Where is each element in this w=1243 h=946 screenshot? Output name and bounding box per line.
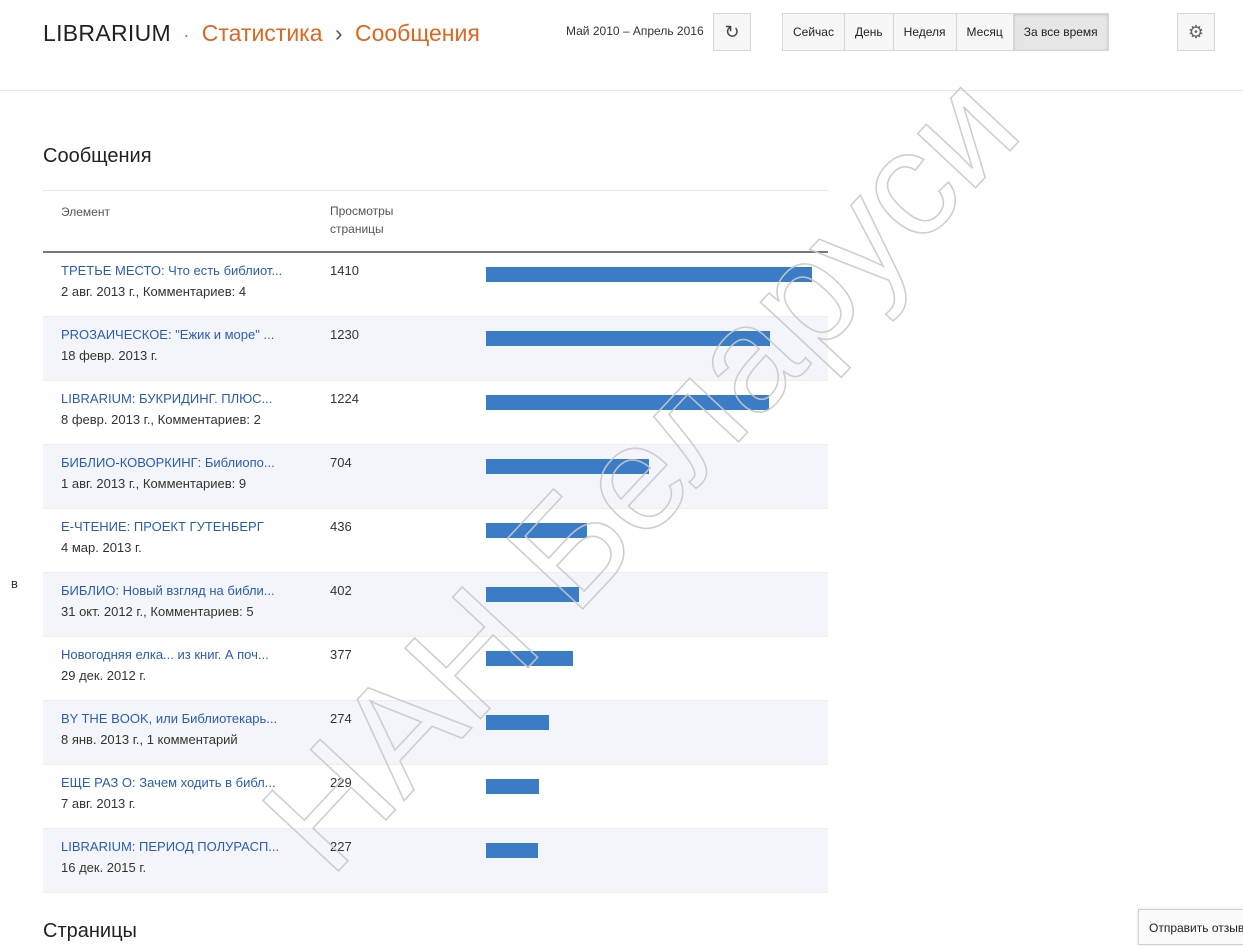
- table-row: БИБЛИО: Новый взгляд на библи... 31 окт. …: [43, 573, 828, 637]
- posts-table: Элемент Просмотры страницы ТРЕТЬЕ МЕСТО:…: [43, 190, 828, 893]
- views-bar: [486, 651, 573, 666]
- refresh-button[interactable]: ↻: [713, 13, 751, 51]
- table-row: Новогодняя елка... из книг. А поч... 29 д…: [43, 637, 828, 701]
- views-bar: [486, 523, 587, 538]
- table-row: PROЗАИЧЕСКОЕ: "Ежик и море" ... 18 февр. …: [43, 317, 828, 381]
- post-title-link[interactable]: ЕЩЕ РАЗ О: Зачем ходить в библ...: [61, 775, 276, 790]
- view-count: 1230: [330, 327, 359, 342]
- post-meta: 29 дек. 2012 г.: [61, 668, 147, 683]
- feedback-button[interactable]: Отправить отзыв: [1138, 909, 1243, 945]
- stray-letter: в: [11, 576, 18, 591]
- post-meta: 2 авг. 2013 г., Комментариев: 4: [61, 284, 247, 299]
- post-title-link[interactable]: Новогодняя елка... из книг. А поч...: [61, 647, 269, 662]
- blog-name[interactable]: LIBRARIUM: [43, 20, 171, 46]
- views-bar: [486, 267, 812, 282]
- post-title-link[interactable]: БИБЛИО-КОВОРКИНГ: Библиопо...: [61, 455, 275, 470]
- view-count: 1410: [330, 263, 359, 278]
- column-views: Просмотры страницы: [330, 204, 394, 236]
- post-meta: 8 февр. 2013 г., Комментариев: 2: [61, 412, 261, 427]
- view-count: 227: [330, 839, 352, 854]
- table-row: БИБЛИО-КОВОРКИНГ: Библиопо... 1 авг. 2013…: [43, 445, 828, 509]
- table-row: ТРЕТЬЕ МЕСТО: Что есть библиот... 2 авг. …: [43, 253, 828, 317]
- table-row: LIBRARIUM: БУКРИДИНГ. ПЛЮС... 8 февр. 201…: [43, 381, 828, 445]
- post-title-link[interactable]: LIBRARIUM: ПЕРИОД ПОЛУРАСП...: [61, 839, 279, 854]
- refresh-icon: ↻: [724, 21, 740, 42]
- views-bar: [486, 843, 538, 858]
- post-meta: 1 авг. 2013 г., Комментариев: 9: [61, 476, 247, 491]
- views-bar: [486, 587, 579, 602]
- column-element: Элемент: [61, 205, 110, 219]
- views-bar: [486, 395, 769, 410]
- period-button[interactable]: День: [844, 13, 894, 51]
- post-title-link[interactable]: БИБЛИО: Новый взгляд на библи...: [61, 583, 275, 598]
- view-count: 377: [330, 647, 352, 662]
- table-row: Е-ЧТЕНИЕ: ПРОЕКТ ГУТЕНБЕРГ 4 мар. 2013 г.…: [43, 509, 828, 573]
- post-title-link[interactable]: BY THE BOOK, или Библиотекарь...: [61, 711, 277, 726]
- post-meta: 18 февр. 2013 г.: [61, 348, 158, 363]
- table-row: LIBRARIUM: ПЕРИОД ПОЛУРАСП... 16 дек. 201…: [43, 829, 828, 893]
- period-selector: Сейчас День Неделя Месяц За все время: [782, 13, 1109, 51]
- period-button[interactable]: Месяц: [956, 13, 1014, 51]
- date-range: Май 2010 – Апрель 2016: [566, 24, 704, 38]
- breadcrumb-arrow: ›: [334, 20, 343, 46]
- gear-icon: ⚙: [1187, 21, 1205, 42]
- post-title-link[interactable]: LIBRARIUM: БУКРИДИНГ. ПЛЮС...: [61, 391, 272, 406]
- period-button[interactable]: Неделя: [893, 13, 957, 51]
- period-button[interactable]: За все время: [1013, 13, 1109, 51]
- pages-section-title: Страницы: [43, 920, 137, 942]
- views-bar: [486, 459, 649, 474]
- view-count: 229: [330, 775, 352, 790]
- breadcrumb: LIBRARIUM · Статистика › Сообщения: [43, 20, 480, 47]
- post-title-link[interactable]: Е-ЧТЕНИЕ: ПРОЕКТ ГУТЕНБЕРГ: [61, 519, 264, 534]
- breadcrumb-posts: Сообщения: [354, 20, 480, 46]
- views-bar: [486, 779, 539, 794]
- view-count: 274: [330, 711, 352, 726]
- posts-section-title: Сообщения: [43, 145, 152, 167]
- post-title-link[interactable]: ТРЕТЬЕ МЕСТО: Что есть библиот...: [61, 263, 282, 278]
- views-bar: [486, 715, 549, 730]
- view-count: 402: [330, 583, 352, 598]
- views-bar: [486, 331, 770, 346]
- post-meta: 16 дек. 2015 г.: [61, 860, 147, 875]
- post-meta: 4 мар. 2013 г.: [61, 540, 142, 555]
- table-row: BY THE BOOK, или Библиотекарь... 8 янв. 2…: [43, 701, 828, 765]
- view-count: 704: [330, 455, 352, 470]
- table-header: Элемент Просмотры страницы: [43, 191, 828, 253]
- breadcrumb-stats[interactable]: Статистика: [202, 20, 323, 46]
- table-row: ЕЩЕ РАЗ О: Зачем ходить в библ... 7 авг. …: [43, 765, 828, 829]
- period-button[interactable]: Сейчас: [782, 13, 845, 51]
- view-count: 436: [330, 519, 352, 534]
- post-meta: 31 окт. 2012 г., Комментариев: 5: [61, 604, 254, 619]
- breadcrumb-dot: ·: [183, 25, 190, 45]
- post-title-link[interactable]: PROЗАИЧЕСКОЕ: "Ежик и море" ...: [61, 327, 274, 342]
- table-body: ТРЕТЬЕ МЕСТО: Что есть библиот... 2 авг. …: [43, 253, 828, 893]
- post-meta: 7 авг. 2013 г.: [61, 796, 136, 811]
- settings-button[interactable]: ⚙: [1177, 13, 1215, 51]
- post-meta: 8 янв. 2013 г., 1 комментарий: [61, 732, 238, 747]
- header-bar: LIBRARIUM · Статистика › Сообщения Май 2…: [0, 0, 1243, 91]
- view-count: 1224: [330, 391, 359, 406]
